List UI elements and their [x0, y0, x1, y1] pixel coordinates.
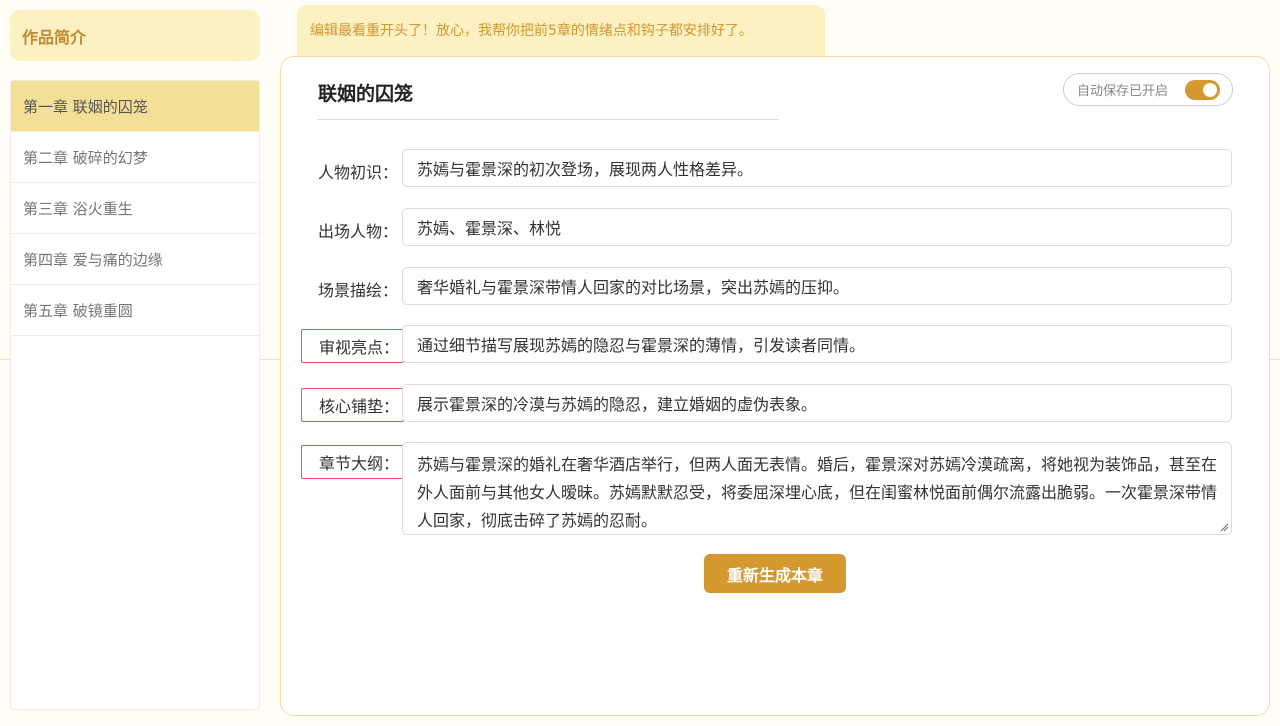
highlight-input[interactable]: 通过细节描写展现苏嫣的隐忍与霍景深的薄情，引发读者同情。: [402, 325, 1232, 363]
toggle-knob: [1203, 82, 1217, 97]
chapter-item-1[interactable]: 第一章 联姻的囚笼: [11, 81, 259, 132]
work-intro-tab[interactable]: 作品简介: [10, 10, 260, 61]
chapter-item-5[interactable]: 第五章 破镜重圆: [11, 285, 259, 336]
outline-label: 章节大纲：: [301, 445, 405, 479]
banner-message: 编辑最看重开头了！放心，我帮你把前5章的情绪点和钩子都安排好了。: [310, 23, 753, 39]
chapter-item-3[interactable]: 第三章 浴火重生: [11, 183, 259, 234]
autosave-toggle[interactable]: 自动保存已开启: [1063, 73, 1233, 106]
cast-label: 出场人物：: [318, 222, 399, 241]
chapter-list: 第一章 联姻的囚笼 第二章 破碎的幻梦 第三章 浴火重生 第四章 爱与痛的边缘 …: [10, 80, 260, 710]
setup-input[interactable]: 展示霍景深的冷漠与苏嫣的隐忍，建立婚姻的虚伪表象。: [402, 384, 1232, 422]
regenerate-chapter-button[interactable]: 重新生成本章: [704, 554, 846, 593]
chapter-item-label: 第四章 爱与痛的边缘: [23, 250, 163, 269]
chapter-item-label: 第五章 破镜重圆: [23, 301, 133, 320]
work-intro-label: 作品简介: [22, 27, 87, 47]
assistant-banner: 编辑最看重开头了！放心，我帮你把前5章的情绪点和钩子都安排好了。: [297, 5, 825, 57]
characters-intro-label: 人物初识：: [318, 163, 399, 182]
chapter-item-label: 第三章 浴火重生: [23, 199, 133, 218]
toggle-switch-icon[interactable]: [1185, 79, 1220, 100]
chapter-editor-card: 联姻的囚笼 自动保存已开启 人物初识： 苏嫣与霍景深的初次登场，展现两人性格差异…: [280, 56, 1270, 716]
setup-label: 核心铺垫：: [301, 388, 405, 422]
chapter-item-label: 第一章 联姻的囚笼: [23, 97, 148, 116]
chapter-item-4[interactable]: 第四章 爱与痛的边缘: [11, 234, 259, 285]
scene-label: 场景描绘：: [318, 281, 399, 300]
outline-textarea[interactable]: 苏嫣与霍景深的婚礼在奢华酒店举行，但两人面无表情。婚后，霍景深对苏嫣冷漠疏离，将…: [402, 442, 1232, 535]
cast-input[interactable]: 苏嫣、霍景深、林悦: [402, 208, 1232, 246]
characters-intro-input[interactable]: 苏嫣与霍景深的初次登场，展现两人性格差异。: [402, 149, 1232, 187]
autosave-label: 自动保存已开启: [1077, 84, 1169, 99]
outline-text: 苏嫣与霍景深的婚礼在奢华酒店举行，但两人面无表情。婚后，霍景深对苏嫣冷漠疏离，将…: [417, 455, 1218, 530]
scene-input[interactable]: 奢华婚礼与霍景深带情人回家的对比场景，突出苏嫣的压抑。: [402, 267, 1232, 305]
resize-grip-icon[interactable]: [1219, 522, 1229, 532]
chapter-item-2[interactable]: 第二章 破碎的幻梦: [11, 132, 259, 183]
chapter-item-label: 第二章 破碎的幻梦: [23, 148, 148, 167]
title-underline: [317, 119, 779, 120]
chapter-title: 联姻的囚笼: [318, 83, 414, 105]
highlight-label: 审视亮点：: [301, 329, 405, 363]
